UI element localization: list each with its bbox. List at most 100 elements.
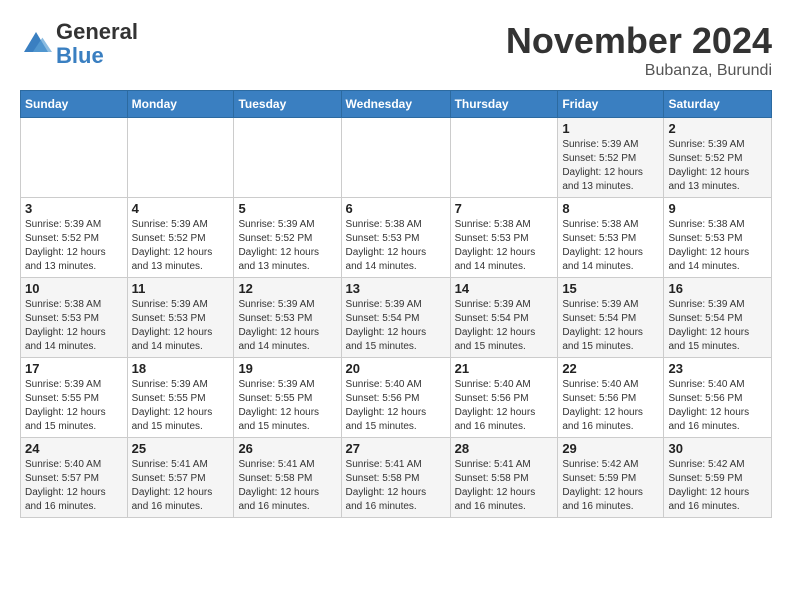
day-info: Sunrise: 5:40 AMSunset: 5:56 PMDaylight:… — [346, 378, 446, 434]
day-number: 26 — [238, 441, 336, 456]
day-info: Sunrise: 5:40 AMSunset: 5:57 PMDaylight:… — [25, 458, 123, 514]
day-number: 30 — [668, 441, 767, 456]
weekday-header: Friday — [558, 91, 664, 118]
calendar-cell: 23 Sunrise: 5:40 AMSunset: 5:56 PMDayligh… — [664, 358, 772, 438]
day-number: 29 — [562, 441, 659, 456]
calendar-cell: 28 Sunrise: 5:41 AMSunset: 5:58 PMDayligh… — [450, 438, 558, 518]
month-title: November 2024 — [506, 20, 772, 62]
day-number: 11 — [132, 281, 230, 296]
calendar-cell: 30 Sunrise: 5:42 AMSunset: 5:59 PMDayligh… — [664, 438, 772, 518]
calendar-cell: 5 Sunrise: 5:39 AMSunset: 5:52 PMDaylight… — [234, 198, 341, 278]
day-number: 8 — [562, 201, 659, 216]
calendar-cell: 1Sunrise: 5:39 AMSunset: 5:52 PMDaylight… — [558, 118, 664, 198]
calendar-cell: 8 Sunrise: 5:38 AMSunset: 5:53 PMDaylight… — [558, 198, 664, 278]
calendar-cell: 11 Sunrise: 5:39 AMSunset: 5:53 PMDayligh… — [127, 278, 234, 358]
day-info: Sunrise: 5:40 AMSunset: 5:56 PMDaylight:… — [668, 378, 767, 434]
logo: General Blue — [20, 20, 138, 68]
calendar-week-row: 10 Sunrise: 5:38 AMSunset: 5:53 PMDayligh… — [21, 278, 772, 358]
calendar-cell: 13 Sunrise: 5:39 AMSunset: 5:54 PMDayligh… — [341, 278, 450, 358]
day-info: Sunrise: 5:42 AMSunset: 5:59 PMDaylight:… — [668, 458, 767, 514]
calendar-week-row: 3 Sunrise: 5:39 AMSunset: 5:52 PMDaylight… — [21, 198, 772, 278]
day-info: Sunrise: 5:39 AMSunset: 5:54 PMDaylight:… — [346, 298, 446, 354]
day-number: 9 — [668, 201, 767, 216]
day-number: 2 — [668, 121, 767, 136]
day-number: 5 — [238, 201, 336, 216]
day-info: Sunrise: 5:40 AMSunset: 5:56 PMDaylight:… — [562, 378, 659, 434]
day-info: Sunrise: 5:39 AMSunset: 5:52 PMDaylight:… — [668, 138, 767, 194]
calendar-cell: 26 Sunrise: 5:41 AMSunset: 5:58 PMDayligh… — [234, 438, 341, 518]
day-number: 1 — [562, 121, 659, 136]
day-number: 12 — [238, 281, 336, 296]
weekday-header: Thursday — [450, 91, 558, 118]
calendar-cell: 17Sunrise: 5:39 AMSunset: 5:55 PMDayligh… — [21, 358, 128, 438]
page-header: General Blue November 2024 Bubanza, Buru… — [20, 20, 772, 80]
calendar-header-row: SundayMondayTuesdayWednesdayThursdayFrid… — [21, 91, 772, 118]
calendar-cell — [127, 118, 234, 198]
day-info: Sunrise: 5:38 AMSunset: 5:53 PMDaylight:… — [668, 218, 767, 274]
day-info: Sunrise: 5:40 AMSunset: 5:56 PMDaylight:… — [455, 378, 554, 434]
calendar-cell: 18 Sunrise: 5:39 AMSunset: 5:55 PMDayligh… — [127, 358, 234, 438]
day-number: 16 — [668, 281, 767, 296]
calendar-week-row: 17Sunrise: 5:39 AMSunset: 5:55 PMDayligh… — [21, 358, 772, 438]
calendar-cell: 19 Sunrise: 5:39 AMSunset: 5:55 PMDayligh… — [234, 358, 341, 438]
calendar-cell: 10 Sunrise: 5:38 AMSunset: 5:53 PMDayligh… — [21, 278, 128, 358]
logo-blue-text: Blue — [56, 43, 104, 68]
day-info: Sunrise: 5:39 AMSunset: 5:54 PMDaylight:… — [455, 298, 554, 354]
day-number: 21 — [455, 361, 554, 376]
calendar-cell — [234, 118, 341, 198]
day-info: Sunrise: 5:39 AMSunset: 5:52 PMDaylight:… — [238, 218, 336, 274]
day-info: Sunrise: 5:39 AMSunset: 5:53 PMDaylight:… — [132, 298, 230, 354]
calendar-cell — [450, 118, 558, 198]
day-number: 19 — [238, 361, 336, 376]
day-info: Sunrise: 5:38 AMSunset: 5:53 PMDaylight:… — [25, 298, 123, 354]
day-number: 14 — [455, 281, 554, 296]
day-number: 23 — [668, 361, 767, 376]
calendar-cell: 16 Sunrise: 5:39 AMSunset: 5:54 PMDayligh… — [664, 278, 772, 358]
weekday-header: Wednesday — [341, 91, 450, 118]
day-info: Sunrise: 5:38 AMSunset: 5:53 PMDaylight:… — [562, 218, 659, 274]
calendar-cell: 24 Sunrise: 5:40 AMSunset: 5:57 PMDayligh… — [21, 438, 128, 518]
day-number: 15 — [562, 281, 659, 296]
day-info: Sunrise: 5:41 AMSunset: 5:58 PMDaylight:… — [238, 458, 336, 514]
calendar-cell: 25Sunrise: 5:41 AMSunset: 5:57 PMDayligh… — [127, 438, 234, 518]
location: Bubanza, Burundi — [506, 62, 772, 80]
calendar-cell: 3 Sunrise: 5:39 AMSunset: 5:52 PMDaylight… — [21, 198, 128, 278]
weekday-header: Saturday — [664, 91, 772, 118]
day-info: Sunrise: 5:39 AMSunset: 5:55 PMDaylight:… — [238, 378, 336, 434]
calendar-cell: 2 Sunrise: 5:39 AMSunset: 5:52 PMDaylight… — [664, 118, 772, 198]
calendar-cell: 12 Sunrise: 5:39 AMSunset: 5:53 PMDayligh… — [234, 278, 341, 358]
day-info: Sunrise: 5:39 AMSunset: 5:53 PMDaylight:… — [238, 298, 336, 354]
day-number: 13 — [346, 281, 446, 296]
day-info: Sunrise: 5:39 AMSunset: 5:55 PMDaylight:… — [25, 378, 123, 434]
day-number: 24 — [25, 441, 123, 456]
day-info: Sunrise: 5:41 AMSunset: 5:58 PMDaylight:… — [346, 458, 446, 514]
logo-general-text: General — [56, 19, 138, 44]
day-info: Sunrise: 5:39 AMSunset: 5:54 PMDaylight:… — [562, 298, 659, 354]
calendar-cell: 29Sunrise: 5:42 AMSunset: 5:59 PMDayligh… — [558, 438, 664, 518]
day-info: Sunrise: 5:39 AMSunset: 5:54 PMDaylight:… — [668, 298, 767, 354]
day-number: 27 — [346, 441, 446, 456]
logo-icon — [20, 28, 52, 60]
day-info: Sunrise: 5:38 AMSunset: 5:53 PMDaylight:… — [346, 218, 446, 274]
calendar-cell: 22 Sunrise: 5:40 AMSunset: 5:56 PMDayligh… — [558, 358, 664, 438]
calendar-cell: 20Sunrise: 5:40 AMSunset: 5:56 PMDayligh… — [341, 358, 450, 438]
day-number: 28 — [455, 441, 554, 456]
calendar-cell — [341, 118, 450, 198]
day-number: 10 — [25, 281, 123, 296]
calendar-table: SundayMondayTuesdayWednesdayThursdayFrid… — [20, 90, 772, 518]
weekday-header: Monday — [127, 91, 234, 118]
day-info: Sunrise: 5:41 AMSunset: 5:58 PMDaylight:… — [455, 458, 554, 514]
day-number: 3 — [25, 201, 123, 216]
day-number: 4 — [132, 201, 230, 216]
day-info: Sunrise: 5:39 AMSunset: 5:52 PMDaylight:… — [25, 218, 123, 274]
day-info: Sunrise: 5:39 AMSunset: 5:55 PMDaylight:… — [132, 378, 230, 434]
day-info: Sunrise: 5:41 AMSunset: 5:57 PMDaylight:… — [132, 458, 230, 514]
day-number: 18 — [132, 361, 230, 376]
calendar-week-row: 24 Sunrise: 5:40 AMSunset: 5:57 PMDayligh… — [21, 438, 772, 518]
day-info: Sunrise: 5:38 AMSunset: 5:53 PMDaylight:… — [455, 218, 554, 274]
day-info: Sunrise: 5:39 AMSunset: 5:52 PMDaylight:… — [132, 218, 230, 274]
calendar-cell: 14 Sunrise: 5:39 AMSunset: 5:54 PMDayligh… — [450, 278, 558, 358]
calendar-cell: 6Sunrise: 5:38 AMSunset: 5:53 PMDaylight… — [341, 198, 450, 278]
day-number: 22 — [562, 361, 659, 376]
calendar-cell: 9 Sunrise: 5:38 AMSunset: 5:53 PMDaylight… — [664, 198, 772, 278]
